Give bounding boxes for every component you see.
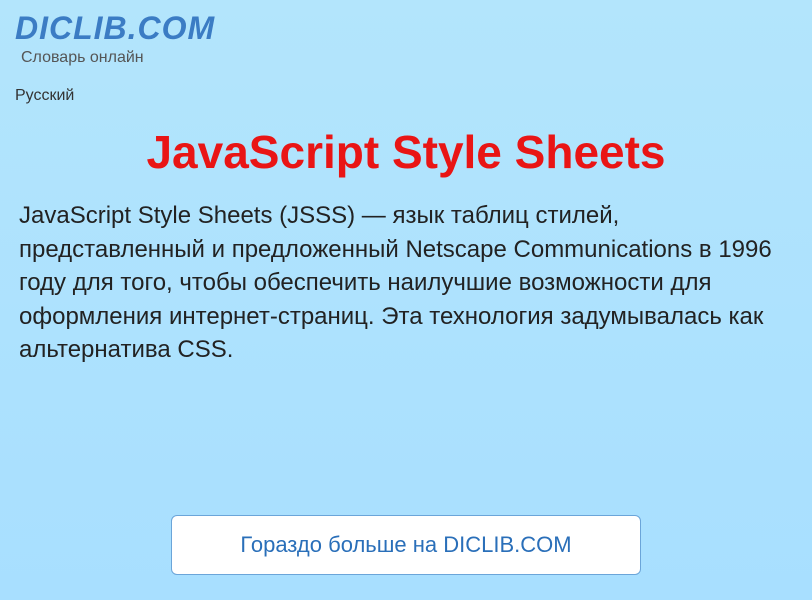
article-title: JavaScript Style Sheets xyxy=(15,125,797,179)
site-subtitle: Словарь онлайн xyxy=(21,49,797,67)
cta-more-button[interactable]: Гораздо больше на DICLIB.COM xyxy=(171,515,641,575)
site-title[interactable]: DICLIB.COM xyxy=(15,10,797,47)
article-body: JavaScript Style Sheets (JSSS) — язык та… xyxy=(15,199,797,367)
language-selector[interactable]: Русский xyxy=(15,87,74,105)
